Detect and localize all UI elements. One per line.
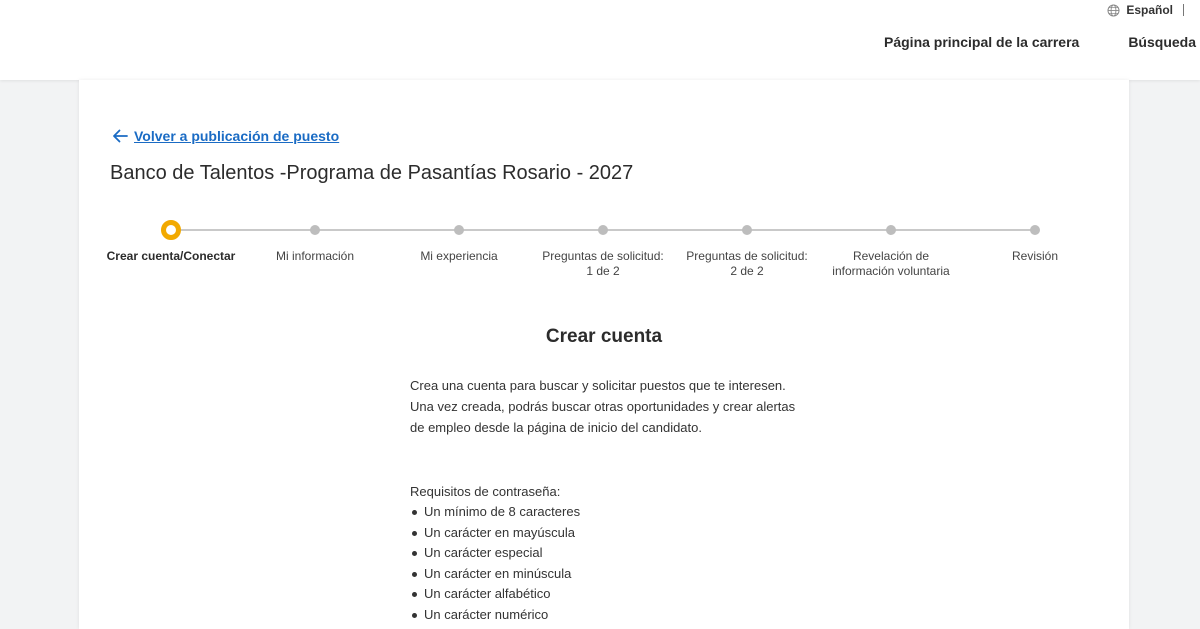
section-title: Crear cuenta	[545, 326, 663, 347]
step-label: Preguntas de solicitud: 2 de 2	[686, 249, 808, 278]
list-item: Un carácter en minúscula	[410, 564, 580, 585]
step-label: Crear cuenta/Conectar	[106, 249, 236, 263]
step-my-experience: Mi experiencia	[394, 218, 524, 264]
list-item: Un mínimo de 8 caracteres	[410, 502, 580, 523]
back-link-label: Volver a publicación de puesto	[134, 128, 340, 144]
list-item: Un carácter alfabético	[410, 584, 580, 605]
step-label: Preguntas de solicitud: 1 de 2	[542, 249, 664, 278]
step-voluntary-disclosure: Revelación de información voluntaria	[826, 218, 956, 279]
password-requirements-list: Un mínimo de 8 caracteres Un carácter en…	[410, 502, 580, 625]
step-label: Mi información	[275, 249, 355, 263]
step-questions-2: Preguntas de solicitud: 2 de 2	[682, 218, 812, 279]
step-label: Revelación de información voluntaria	[832, 249, 950, 278]
step-indicator	[886, 225, 896, 235]
arrow-left-icon	[113, 129, 128, 143]
nav-search-link[interactable]: Búsqueda	[1128, 34, 1196, 50]
list-item: Un carácter en mayúscula	[410, 523, 580, 544]
language-label: Español	[1126, 3, 1173, 17]
main-nav: Página principal de la carrera Búsqueda	[884, 34, 1196, 50]
nav-career-home-link[interactable]: Página principal de la carrera	[884, 34, 1079, 50]
application-stepper: Crear cuenta/Conectar Mi información Mi …	[79, 218, 1129, 298]
globe-icon	[1107, 3, 1120, 17]
language-separator	[1183, 4, 1184, 16]
job-title: Banco de Talentos -Programa de Pasantías…	[110, 162, 634, 184]
password-requirements-title: Requisitos de contraseña:	[410, 484, 561, 499]
step-indicator	[742, 225, 752, 235]
step-label: Mi experiencia	[420, 249, 498, 263]
step-indicator	[598, 225, 608, 235]
step-indicator	[1030, 225, 1040, 235]
step-questions-1: Preguntas de solicitud: 1 de 2	[538, 218, 668, 279]
step-indicator-active	[161, 220, 181, 240]
list-item: Un carácter numérico	[410, 605, 580, 626]
application-card: Volver a publicación de puesto Banco de …	[79, 80, 1129, 629]
top-bar: Español Página principal de la carrera B…	[0, 0, 1200, 80]
back-to-posting-link[interactable]: Volver a publicación de puesto	[112, 128, 339, 144]
step-review: Revisión	[970, 218, 1100, 264]
step-indicator	[454, 225, 464, 235]
language-selector[interactable]: Español	[1107, 2, 1184, 18]
step-my-information: Mi información	[250, 218, 380, 264]
create-account-description: Crea una cuenta para buscar y solicitar …	[410, 378, 796, 435]
list-item: Un carácter especial	[410, 543, 580, 564]
step-create-account: Crear cuenta/Conectar	[106, 218, 236, 264]
step-label: Revisión	[1011, 249, 1059, 263]
step-indicator	[310, 225, 320, 235]
